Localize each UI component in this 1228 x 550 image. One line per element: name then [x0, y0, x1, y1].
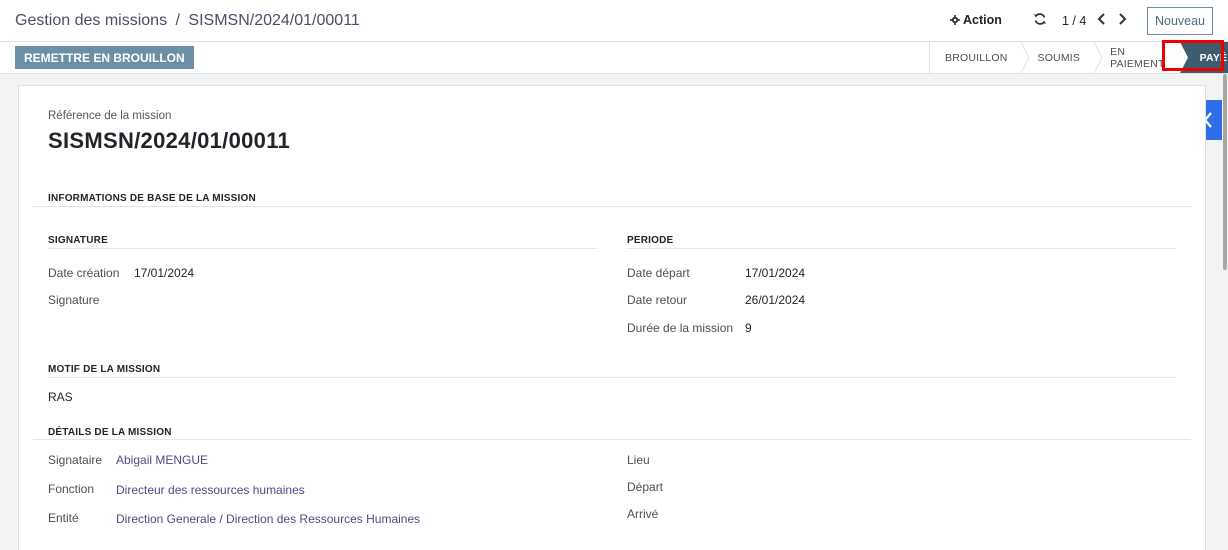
reset-to-draft-button[interactable]: REMETTRE EN BROUILLON [15, 46, 194, 69]
date-retour-label: Date retour [627, 293, 688, 307]
stage-label: BROUILLON [945, 51, 1008, 64]
date-depart-value[interactable]: 17/01/2024 [745, 266, 805, 280]
stage-pipeline: BROUILLON SOUMIS EN PAIEMENT PAYÉ [929, 42, 1228, 73]
stage-en-paiement[interactable]: EN PAIEMENT [1095, 42, 1180, 73]
breadcrumb-current: SISMSN/2024/01/00011 [188, 12, 360, 29]
control-panel: Gestion des missions / SISMSN/2024/01/00… [0, 0, 1228, 42]
arrive-label: Arrivé [627, 507, 659, 521]
statusbar: REMETTRE EN BROUILLON BROUILLON SOUMIS E… [0, 42, 1228, 74]
signataire-link[interactable]: Abigail MENGUE [116, 453, 208, 467]
signature-label: Signature [48, 293, 100, 307]
refresh-icon[interactable] [1033, 12, 1047, 26]
date-retour-value[interactable]: 26/01/2024 [745, 293, 805, 307]
section-divider [33, 206, 1191, 207]
stage-label: EN PAIEMENT [1110, 45, 1165, 70]
date-creation-value[interactable]: 17/01/2024 [134, 266, 194, 280]
entite-link[interactable]: Direction Generale / Direction des Resso… [116, 512, 420, 526]
stage-soumis[interactable]: SOUMIS [1022, 42, 1103, 73]
motif-value[interactable]: RAS [48, 390, 73, 404]
breadcrumb-separator: / [175, 12, 180, 29]
group-divider [48, 248, 597, 249]
stage-brouillon[interactable]: BROUILLON [930, 42, 1031, 73]
chevron-left-icon[interactable] [1096, 12, 1108, 26]
stage-arrow [1021, 42, 1031, 73]
date-creation-label: Date création [48, 266, 120, 280]
fonction-label: Fonction [48, 482, 95, 496]
signature-group-title: SIGNATURE [48, 235, 108, 246]
section-base-title: INFORMATIONS DE BASE DE LA MISSION [48, 193, 256, 204]
duree-label: Durée de la mission [627, 321, 734, 335]
action-label: Action [963, 13, 1002, 27]
entite-label: Entité [48, 511, 79, 525]
stage-label: PAYÉ [1199, 51, 1228, 64]
ref-value: SISMSN/2024/01/00011 [48, 128, 291, 153]
stage-paye[interactable]: PAYÉ [1179, 42, 1228, 73]
section-divider [48, 377, 1176, 378]
fonction-link[interactable]: Directeur des ressources humaines [116, 483, 305, 497]
section-divider [33, 439, 1191, 440]
motif-title: MOTIF DE LA MISSION [48, 364, 161, 375]
stage-arrow [1094, 42, 1103, 73]
ref-label: Référence de la mission [48, 110, 172, 122]
details-title: DÉTAILS DE LA MISSION [48, 427, 172, 438]
chevron-right-icon[interactable] [1116, 12, 1128, 26]
gear-icon [950, 15, 960, 25]
breadcrumb: Gestion des missions / SISMSN/2024/01/00… [15, 12, 360, 30]
breadcrumb-parent-link[interactable]: Gestion des missions [15, 12, 167, 29]
lieu-label: Lieu [627, 453, 650, 467]
pager-value[interactable]: 1 / 4 [1062, 14, 1086, 28]
stage-label: SOUMIS [1037, 51, 1081, 64]
group-divider [627, 248, 1176, 249]
date-depart-label: Date départ [627, 266, 690, 280]
periode-group-title: PERIODE [627, 235, 674, 246]
signataire-label: Signataire [48, 453, 103, 467]
form-sheet: Référence de la mission SISMSN/2024/01/0… [18, 85, 1206, 550]
duree-value[interactable]: 9 [745, 321, 752, 335]
scrollbar-thumb[interactable] [1223, 74, 1227, 270]
depart-label: Départ [627, 480, 664, 494]
stage-arrow [1179, 42, 1188, 73]
action-menu-button[interactable]: Action [950, 13, 1002, 27]
new-button[interactable]: Nouveau [1147, 7, 1213, 35]
